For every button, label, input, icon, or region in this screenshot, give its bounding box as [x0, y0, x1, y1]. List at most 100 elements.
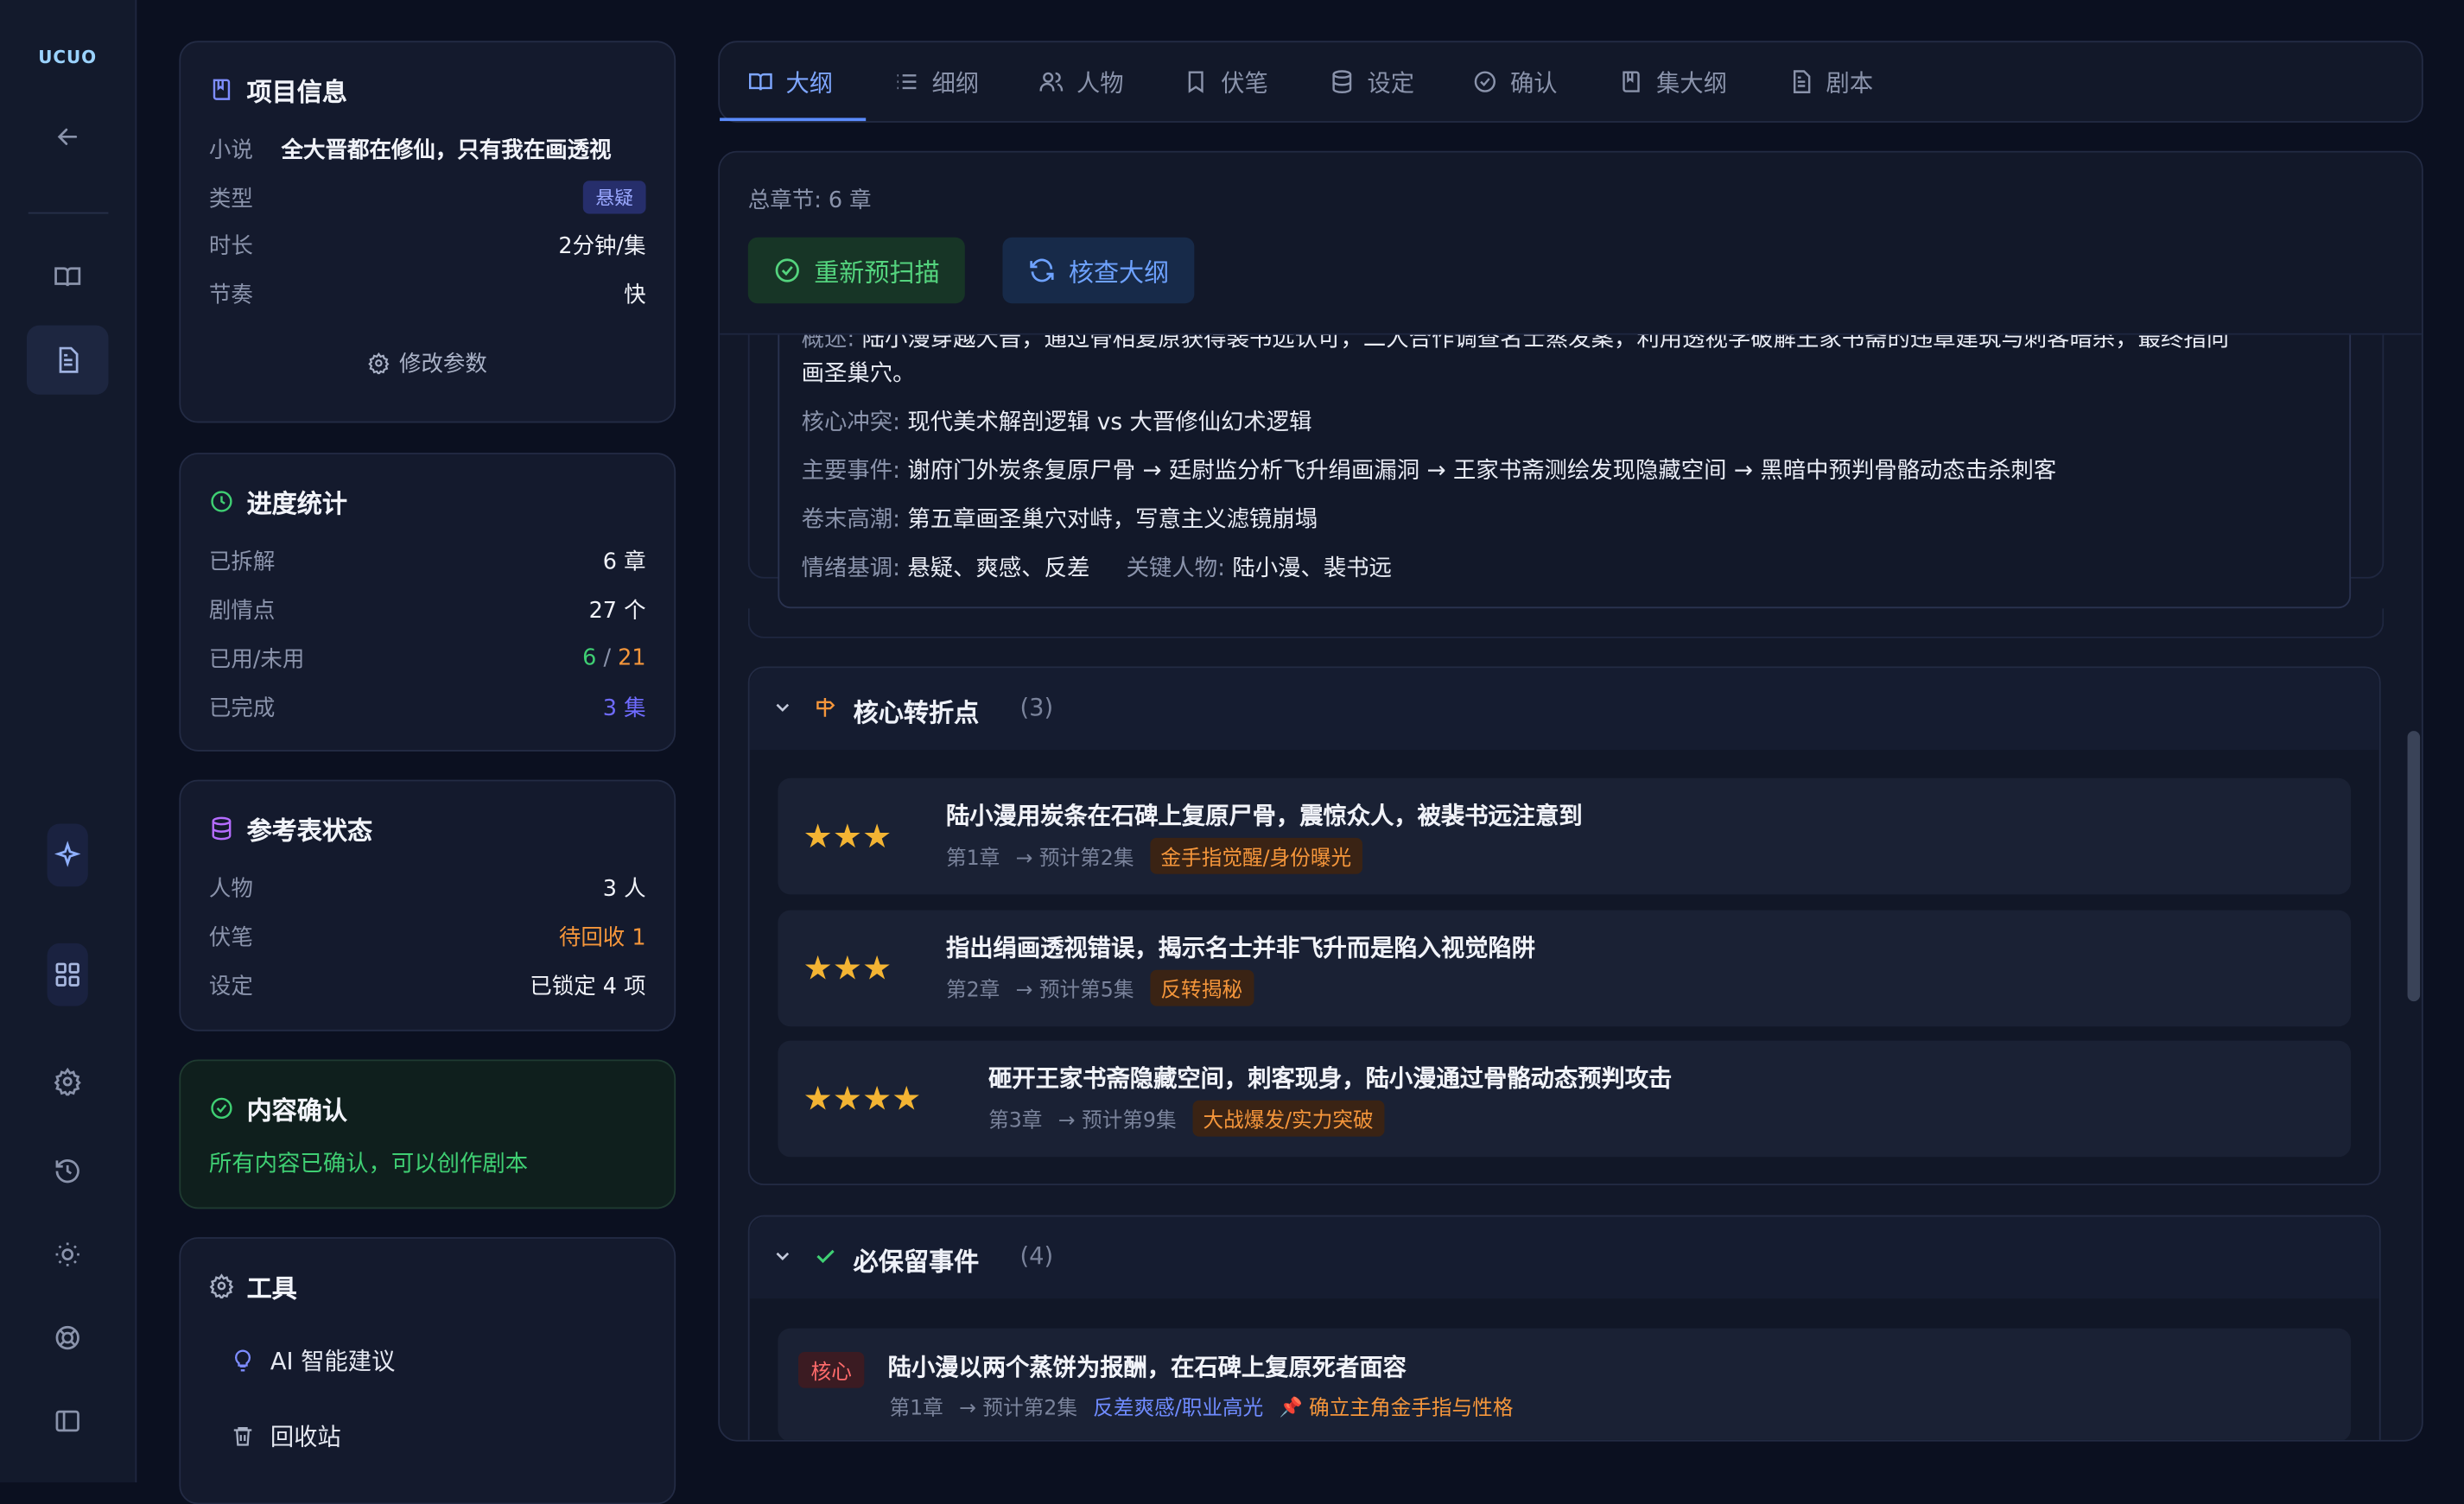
tab-settings[interactable]: 设定	[1330, 42, 1414, 121]
check-circle-icon	[775, 258, 799, 282]
tab-outline-label: 大纲	[785, 68, 834, 97]
content-confirm-text: 所有内容已确认，可以创作剧本	[208, 1152, 529, 1177]
document-icon[interactable]	[26, 325, 109, 395]
plots-label: 剧情点	[208, 599, 276, 625]
book-icon[interactable]	[27, 242, 109, 311]
turning-point-item[interactable]: ★★★ 陆小漫用炭条在石碑上复原尸骨，震惊众人，被裴书远注意到 第1章 → 预计…	[778, 777, 2352, 895]
tab-characters-label: 人物	[1076, 68, 1124, 97]
turning-points-header[interactable]: 核心转折点 (3)	[749, 668, 2379, 750]
edit-params-label: 修改参数	[399, 352, 487, 378]
edit-params-button[interactable]: 修改参数	[181, 347, 674, 378]
unused-value: 21	[618, 645, 646, 672]
must-keep-title-text: 陆小漫以两个蒸饼为报酬，在石碑上复原死者面容	[887, 1353, 1407, 1382]
sun-icon[interactable]	[27, 1220, 109, 1289]
progress-card: 进度统计 已拆解 6 章 剧情点 27 个 已用/未用 6 / 21 已完成 3…	[179, 453, 676, 752]
events-value: 谢府门外炭条复原尸骨 → 廷尉监分析飞升绢画漏洞 → 王家书斋测绘发现隐藏空间 …	[907, 459, 2057, 485]
done-label: 已完成	[208, 696, 276, 722]
chapter-label: 第1章	[889, 1397, 943, 1422]
content-confirm-title: 内容确认	[209, 1089, 347, 1127]
content-confirm-title-text: 内容确认	[246, 1095, 348, 1126]
tab-script[interactable]: 剧本	[1788, 42, 1873, 121]
ai-suggest-button[interactable]: AI 智能建议	[231, 1344, 395, 1377]
project-info-title-text: 项目信息	[246, 77, 348, 107]
turning-points-title: 核心转折点	[853, 697, 980, 728]
tab-bar: 大纲 细纲 人物 伏笔 设定 确认 集大纲 剧本	[718, 41, 2423, 123]
book-icon	[213, 79, 231, 100]
help-icon[interactable]	[27, 1304, 109, 1373]
summary-events: 主要事件: 谢府门外炭条复原尸骨 → 廷尉监分析飞升绢画漏洞 → 王家书斋测绘发…	[802, 454, 2327, 489]
gear-icon	[209, 1273, 234, 1299]
refresh-icon	[1030, 258, 1054, 282]
must-keep-meta: 第1章 → 预计第2集 反差爽感/职业高光 📌 确立主角金手指与性格	[889, 1391, 1513, 1421]
used-row: 已用/未用 6 / 21	[209, 643, 646, 674]
settings-icon[interactable]	[27, 1047, 109, 1116]
history-icon[interactable]	[27, 1137, 109, 1206]
tab-characters[interactable]: 人物	[1038, 42, 1124, 121]
pace-value: 快	[624, 282, 646, 308]
climax-value: 第五章画圣巢穴对峙，写意主义滤镜崩塌	[907, 507, 1318, 533]
tab-confirm[interactable]: 确认	[1472, 42, 1558, 121]
people-label: 人物	[208, 877, 253, 903]
people-row: 人物 3 人	[209, 873, 646, 904]
total-chapters: 总章节: 6 章	[747, 188, 872, 214]
tab-outline[interactable]: 大纲	[748, 42, 833, 121]
tab-settings-label: 设定	[1367, 68, 1415, 97]
star-rating: ★★★★	[803, 1080, 922, 1118]
sidebar-toggle-icon[interactable]	[27, 1387, 109, 1456]
must-keep-item[interactable]: 核心 陆小漫以两个蒸饼为报酬，在石碑上复原死者面容 第1章 → 预计第2集 反差…	[778, 1328, 2352, 1440]
pin-icon: 📌	[1279, 1394, 1303, 1418]
sparkle-icon[interactable]	[47, 823, 88, 887]
summary-frame-bottom	[747, 608, 2385, 638]
turning-points-section: 核心转折点 (3) ★★★ 陆小漫用炭条在石碑上复原尸骨，震惊众人，被裴书远注意…	[747, 666, 2381, 1186]
rail-divider	[28, 212, 109, 214]
trash-label: 回收站	[270, 1422, 341, 1451]
foreshadow-row: 伏笔 待回收 1	[209, 921, 646, 952]
category-tag: 反差爽感/职业高光	[1093, 1397, 1264, 1422]
tab-detail[interactable]: 细纲	[894, 42, 979, 121]
grid-icon[interactable]	[47, 942, 88, 1006]
turning-point-item[interactable]: ★★★ 指出绢画透视错误，揭示名士并非飞升而是陷入视觉陷阱 第2章 → 预计第5…	[778, 910, 2352, 1027]
setting-label: 设定	[208, 974, 253, 1000]
type-label: 类型	[208, 186, 253, 212]
tab-script-label: 剧本	[1826, 68, 1874, 97]
novel-row: 小说 全大晋都在修仙，只有我在画透视	[209, 134, 646, 165]
content-confirm-card: 内容确认 所有内容已确认，可以创作剧本	[179, 1059, 676, 1209]
check-outline-button[interactable]: 核查大纲	[1002, 237, 1195, 304]
done-value: 3 集	[602, 696, 646, 722]
pace-row: 节奏 快	[209, 278, 646, 309]
tab-detail-label: 细纲	[931, 68, 980, 97]
trash-button[interactable]: 回收站	[231, 1419, 341, 1452]
turning-point-title: 砸开王家书斋隐藏空间，刺客现身，陆小漫通过骨骼动态预判攻击	[988, 1063, 1673, 1093]
lightbulb-icon	[235, 1349, 251, 1372]
clock-icon	[211, 491, 232, 512]
tab-foreshadow[interactable]: 伏笔	[1184, 42, 1268, 121]
pin-text: 确立主角金手指与性格	[1309, 1397, 1514, 1422]
rescan-label: 重新预扫描	[814, 257, 940, 289]
turning-points-count: (3)	[1019, 693, 1054, 722]
tab-episode-outline[interactable]: 集大纲	[1618, 42, 1727, 121]
back-icon[interactable]	[27, 102, 109, 171]
project-info-title: 项目信息	[209, 71, 347, 109]
progress-title-text: 进度统计	[246, 488, 348, 519]
rescan-button[interactable]: 重新预扫描	[747, 237, 965, 304]
reference-card: 参考表状态 人物 3 人 伏笔 待回收 1 设定 已锁定 4 项	[179, 779, 676, 1031]
summary-overview-cont: 画圣巢穴。	[802, 357, 2327, 391]
star-rating: ★★★	[803, 949, 892, 987]
check-circle-icon	[211, 1097, 232, 1120]
tab-episode-outline-label: 集大纲	[1656, 68, 1727, 97]
must-keep-header[interactable]: 必保留事件 (4)	[749, 1216, 2379, 1299]
tab-confirm-label: 确认	[1509, 68, 1558, 97]
turning-point-meta: 第3章 → 预计第9集 大战爆发/实力突破	[988, 1100, 1385, 1137]
turning-point-item[interactable]: ★★★★ 砸开王家书斋隐藏空间，刺客现身，陆小漫通过骨骼动态预判攻击 第3章 →…	[778, 1040, 2352, 1158]
left-rail: UCUO	[0, 0, 137, 1482]
database-icon	[212, 816, 232, 841]
plan-label: → 预计第2集	[1015, 847, 1134, 872]
duration-value: 2分钟/集	[558, 234, 646, 260]
tools-title-text: 工具	[246, 1272, 297, 1304]
parsed-label: 已拆解	[208, 549, 276, 576]
active-tab-indicator	[720, 117, 867, 122]
ai-suggest-label: AI 智能建议	[270, 1347, 396, 1376]
scrollbar-thumb[interactable]	[2407, 731, 2421, 1002]
app-logo[interactable]: UCUO	[0, 48, 135, 68]
key-people-value: 陆小漫、裴书远	[1232, 556, 1393, 582]
